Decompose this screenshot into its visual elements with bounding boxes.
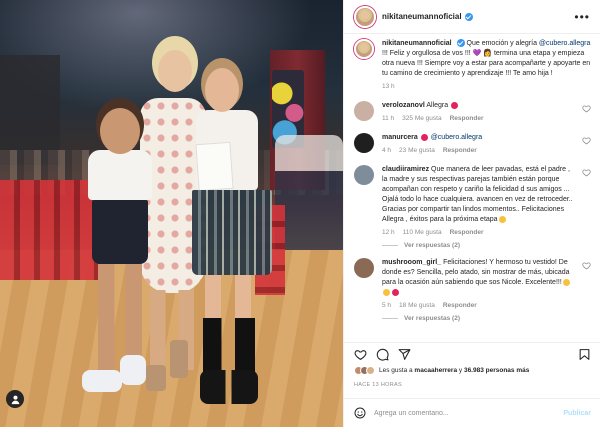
reply-button[interactable]: Responder (443, 147, 477, 154)
sneaker (120, 355, 146, 385)
likes-middle: y (457, 367, 464, 374)
likes-count[interactable]: 36.983 personas más (464, 367, 529, 374)
comment-text: Que manera de leer pavadas, está el padr… (382, 166, 573, 223)
heart-icon[interactable] (354, 348, 367, 361)
comment-likes[interactable]: 110 Me gusta (403, 229, 442, 236)
like-comment-icon[interactable] (582, 168, 591, 177)
avatar[interactable] (354, 39, 374, 59)
verified-badge-icon (456, 39, 465, 48)
comment-icon[interactable] (376, 348, 389, 361)
comment-input[interactable] (374, 409, 564, 417)
post-timestamp: HACE 13 HORAS (354, 382, 402, 388)
caption-username[interactable]: nikitaneumannoficial (382, 40, 452, 47)
black-socks (203, 318, 255, 374)
post-actions (344, 342, 600, 362)
avatar[interactable] (354, 101, 374, 121)
post-header: nikitaneumannoficial ••• (344, 0, 600, 34)
comment-username[interactable]: claudiiramirez (382, 166, 429, 173)
girl-left-top (88, 150, 152, 200)
verified-badge-icon (464, 12, 473, 21)
comment-likes[interactable]: 325 Me gusta (402, 115, 441, 122)
likes-summary[interactable]: Les gusta a macaaherrera y 36.983 person… (354, 366, 529, 375)
people-right (275, 135, 343, 255)
comment-likes[interactable]: 23 Me gusta (399, 147, 435, 154)
add-comment-bar: Publicar (344, 398, 600, 427)
woman-head (158, 50, 192, 92)
clap-emoji-icon (562, 278, 570, 286)
publish-button[interactable]: Publicar (563, 410, 591, 417)
caption-time: 13 h (382, 83, 395, 90)
comment-item: claudiiramirez Que manera de leer pavada… (354, 165, 591, 238)
girl-left-shorts (92, 200, 148, 264)
avatar[interactable] (354, 133, 374, 153)
like-comment-icon[interactable] (582, 136, 591, 145)
red-chairs-left (0, 180, 100, 280)
like-comment-icon[interactable] (582, 261, 591, 270)
smile-emoji-icon (498, 215, 506, 223)
comment-text: Allegra (424, 102, 451, 109)
caption-mention[interactable]: @cubero.allegra (539, 40, 590, 47)
liker-avatar (366, 366, 375, 375)
bookmark-icon[interactable] (578, 348, 591, 361)
view-replies-button[interactable]: Ver respuestas (2) (382, 315, 591, 322)
caption-text-after: !!! Feliz y orgullosa de vos !!! 💜 👩 ter… (382, 50, 591, 77)
heart-emoji-icon (420, 133, 428, 141)
clap-emoji-icon (383, 288, 390, 296)
comment-time: 5 h (382, 302, 392, 309)
likes-text: Les gusta a macaaherrera y 36.983 person… (379, 367, 529, 374)
girl-right-head (205, 68, 239, 112)
comment-item: manurcera @cubero.allegra 4 h 23 Me gusta… (354, 133, 591, 156)
comment-username[interactable]: mushrooom_girl_ (382, 259, 441, 266)
comment-mention[interactable]: @cubero.allegra (431, 134, 482, 141)
like-comment-icon[interactable] (582, 104, 591, 113)
comment-text (418, 134, 420, 141)
reply-button[interactable]: Responder (450, 229, 484, 236)
comment-time: 4 h (382, 147, 392, 154)
comment-likes[interactable]: 18 Me gusta (399, 302, 435, 309)
avatar[interactable] (354, 258, 374, 278)
comment-time: 11 h (382, 115, 395, 122)
comments-list: nikitaneumannoficial Que emoción y alegr… (344, 34, 600, 334)
avatar[interactable] (354, 165, 374, 185)
heart-emoji-icon (392, 288, 399, 296)
comment-username[interactable]: verolozanovl (382, 102, 425, 109)
heart-emoji-icon (451, 101, 459, 109)
user-tag-icon[interactable] (6, 390, 24, 408)
caption-text-before: Que emoción y alegría (466, 40, 539, 47)
comment-item: mushrooom_girl_ Felicitaciones! Y hermos… (354, 258, 591, 311)
sandal (170, 340, 188, 378)
share-icon[interactable] (398, 348, 411, 361)
emoji-icon[interactable] (354, 407, 366, 419)
girl-left-head (100, 108, 140, 154)
more-options-icon[interactable]: ••• (574, 10, 590, 24)
comment-username[interactable]: manurcera (382, 134, 418, 141)
comment-time: 12 h (382, 229, 395, 236)
sandal (146, 365, 166, 391)
reply-button[interactable]: Responder (450, 115, 484, 122)
avatar[interactable] (354, 5, 376, 28)
author-username[interactable]: nikitaneumannoficial (382, 12, 462, 21)
likes-user[interactable]: macaaherrera (414, 367, 457, 374)
view-replies-button[interactable]: Ver respuestas (2) (382, 242, 591, 249)
plaid-skirt (192, 190, 272, 275)
post-photo[interactable] (0, 0, 343, 427)
reply-button[interactable]: Responder (443, 302, 477, 309)
black-boots (200, 370, 258, 404)
comment-item: verolozanovl Allegra 11 h 325 Me gusta Res… (354, 101, 591, 124)
caption: nikitaneumannoficial Que emoción y alegr… (354, 39, 591, 92)
diploma (195, 141, 234, 192)
background-wall (0, 55, 60, 165)
post-details-panel: nikitaneumannoficial ••• nikitaneumannof… (343, 0, 600, 427)
sneaker (82, 370, 122, 392)
likes-prefix: Les gusta a (379, 367, 415, 374)
